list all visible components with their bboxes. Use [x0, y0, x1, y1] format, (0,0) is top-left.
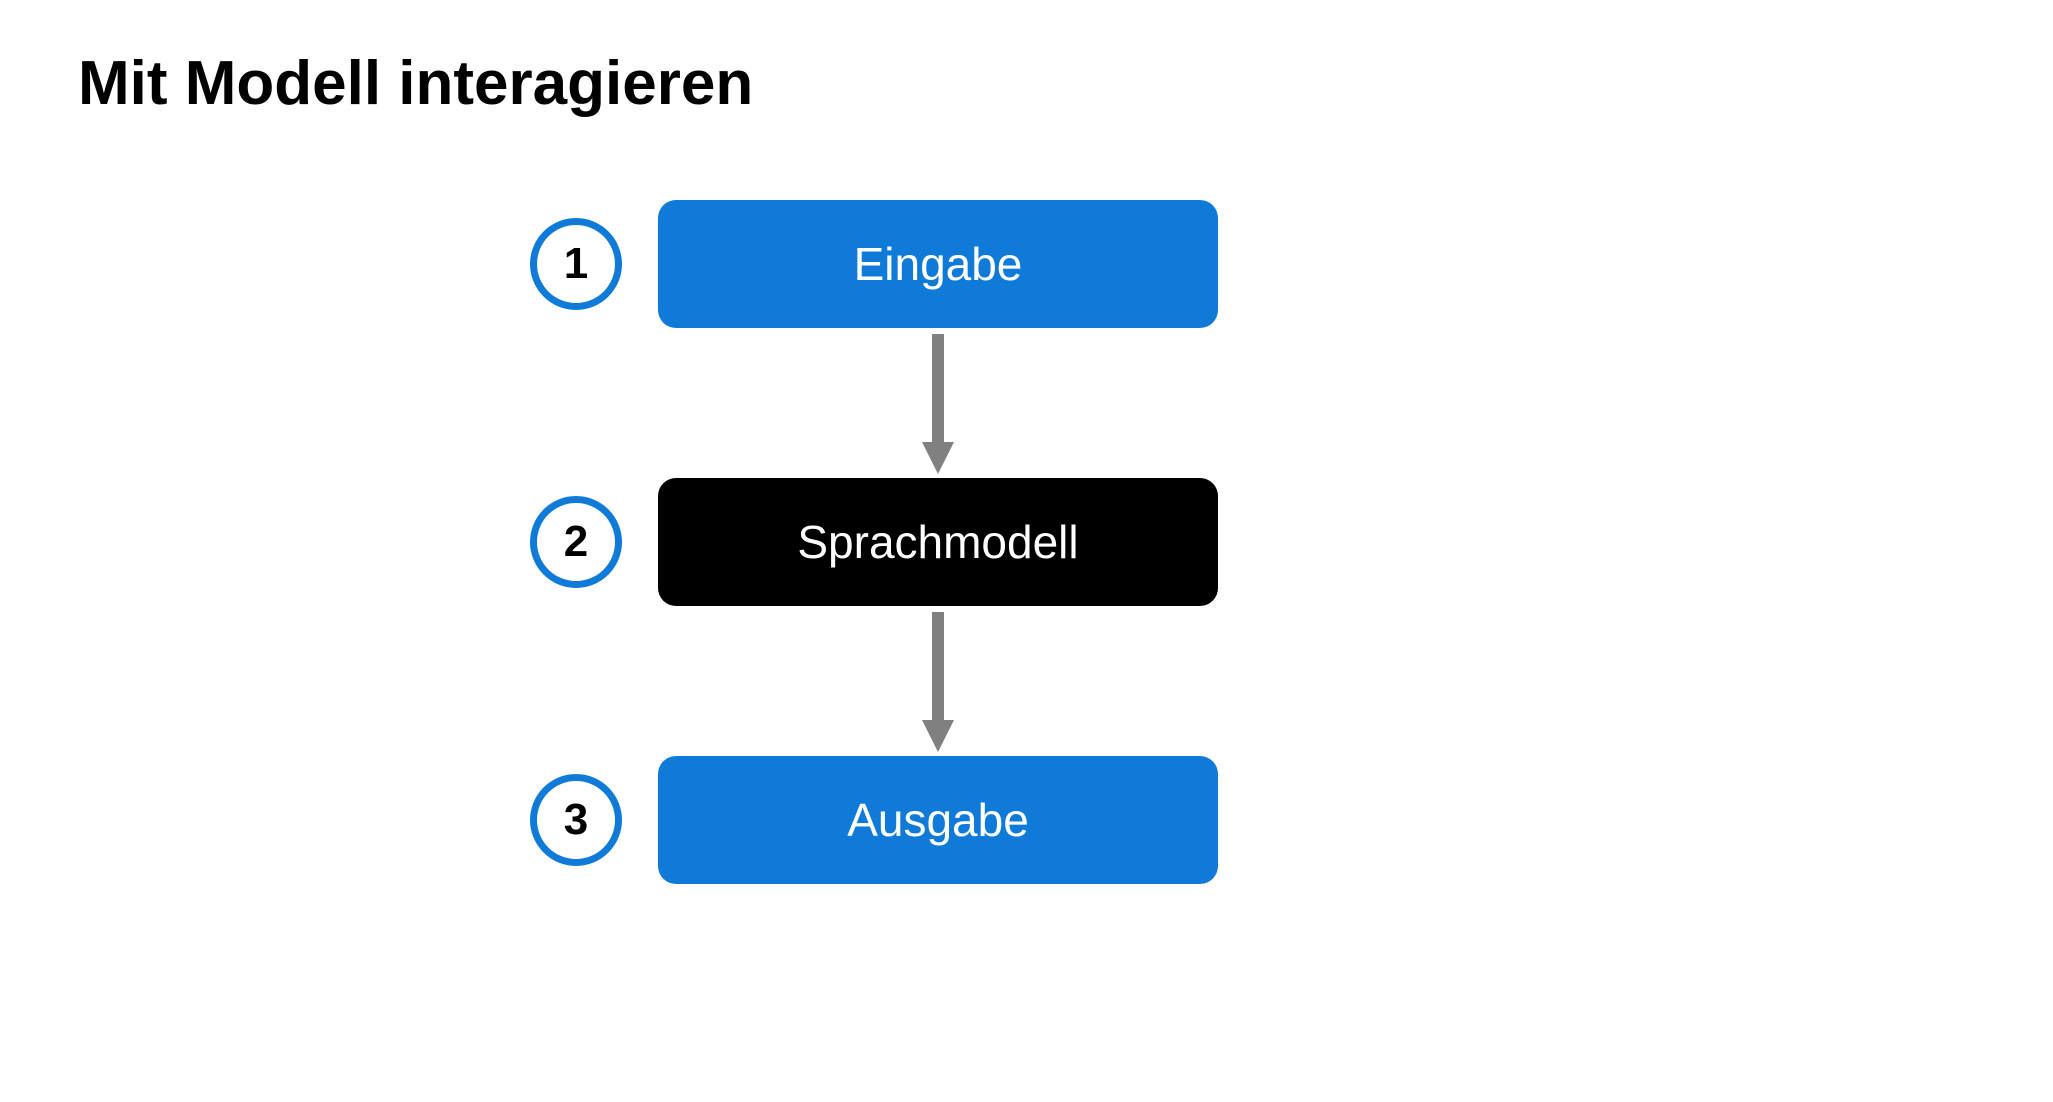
- step-2-box: Sprachmodell: [658, 478, 1218, 606]
- step-3-box: Ausgabe: [658, 756, 1218, 884]
- step-3-badge: 3: [530, 774, 622, 866]
- step-1: 1 Eingabe: [530, 200, 1330, 328]
- step-1-badge: 1: [530, 218, 622, 310]
- step-2-badge: 2: [530, 496, 622, 588]
- arrow-down-icon: [918, 328, 958, 478]
- arrow-down-icon: [918, 606, 958, 756]
- step-3: 3 Ausgabe: [530, 756, 1330, 884]
- arrow-2-to-3: [658, 606, 1218, 756]
- flow-diagram: 1 Eingabe 2 Sprachmodell 3 Ausgabe: [530, 200, 1330, 884]
- step-1-box: Eingabe: [658, 200, 1218, 328]
- arrow-1-to-2: [658, 328, 1218, 478]
- step-2: 2 Sprachmodell: [530, 478, 1330, 606]
- page-title: Mit Modell interagieren: [78, 48, 753, 119]
